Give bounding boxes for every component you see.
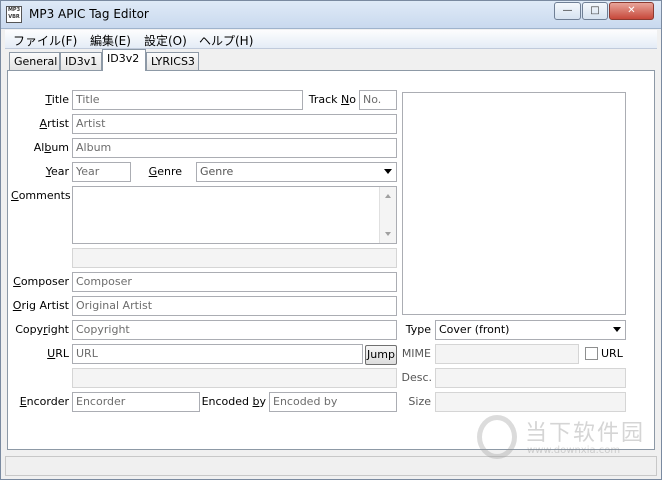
window-title: MP3 APIC Tag Editor [29,7,149,21]
copyright-label: Copyright [15,323,69,336]
comments-extra-field [72,248,397,268]
minimize-button[interactable]: — [554,2,581,20]
album-label: Album [33,141,69,154]
watermark-name: 当下软件园 [525,421,646,446]
close-button[interactable]: ✕ [609,2,654,20]
dropdown-arrow-icon [384,169,392,174]
menu-settings[interactable]: 設定(O) [144,32,187,49]
scroll-down-icon[interactable] [385,232,391,236]
artist-input[interactable]: Artist [72,114,397,134]
size-label: Size [408,395,431,408]
year-label: Year [45,165,69,178]
track-no-label: Track No [308,93,356,106]
tab-id3v2[interactable]: ID3v2 [102,49,146,71]
url-checkbox-label: URL [601,347,623,360]
encorder-input[interactable]: Encorder [72,392,200,412]
menu-help[interactable]: ヘルプ(H) [199,32,253,49]
comments-label: Comments [11,189,71,202]
menu-bar: ファイル(F) 編集(E) 設定(O) ヘルプ(H) [5,30,657,49]
genre-dropdown[interactable]: Genre [196,162,397,182]
tab-general[interactable]: General [9,52,60,70]
url-extra-field [72,368,397,388]
mime-label: MIME [401,347,431,360]
copyright-input[interactable]: Copyright [72,320,397,340]
year-input[interactable]: Year [72,162,131,182]
url-label: URL [47,347,69,360]
title-bar[interactable]: MP3 VBR MP3 APIC Tag Editor — □ ✕ [1,1,661,29]
album-art-preview[interactable] [402,92,626,315]
picture-type-value: Cover (front) [439,323,510,336]
track-no-input[interactable]: No. [359,90,397,110]
tab-lyrics3[interactable]: LYRICS3 [146,52,199,70]
maximize-button[interactable]: □ [582,2,608,20]
picture-type-dropdown[interactable]: Cover (front) [435,320,626,340]
desc-label: Desc. [401,371,432,384]
encoded-by-input[interactable]: Encoded by [269,392,397,412]
composer-label: Composer [13,275,69,288]
menu-edit[interactable]: 編集(E) [90,32,131,49]
genre-label: Genre [148,165,182,178]
url-input[interactable]: URL [72,344,363,364]
mime-input [435,344,579,364]
title-input[interactable]: Title [72,90,303,110]
mp3-app-icon: MP3 VBR [6,6,22,23]
orig-artist-label: Orig Artist [12,299,69,312]
comments-scrollbar[interactable] [379,187,396,243]
desc-input [435,368,626,388]
artist-label: Artist [39,117,69,130]
tab-id3v1[interactable]: ID3v1 [60,52,102,70]
app-window: MP3 VBR MP3 APIC Tag Editor — □ ✕ ファイル(F… [0,0,662,480]
scroll-up-icon[interactable] [385,194,391,198]
genre-value: Genre [200,165,234,178]
size-input [435,392,626,412]
encorder-label: Encorder [19,395,69,408]
dropdown-arrow-icon [613,327,621,332]
title-label: Title [45,93,69,106]
comments-textarea[interactable] [72,186,397,244]
menu-file[interactable]: ファイル(F) [13,32,77,49]
album-input[interactable]: Album [72,138,397,158]
picture-type-label: Type [405,323,431,336]
encoded-by-label: Encoded by [201,395,266,408]
url-checkbox[interactable] [585,347,598,360]
watermark-url: www.downxia.com [527,445,621,456]
composer-input[interactable]: Composer [72,272,397,292]
orig-artist-input[interactable]: Original Artist [72,296,397,316]
watermark-logo-icon [477,415,517,459]
jump-button[interactable]: Jump [365,345,397,365]
watermark: 当下软件园 www.downxia.com [477,413,657,465]
